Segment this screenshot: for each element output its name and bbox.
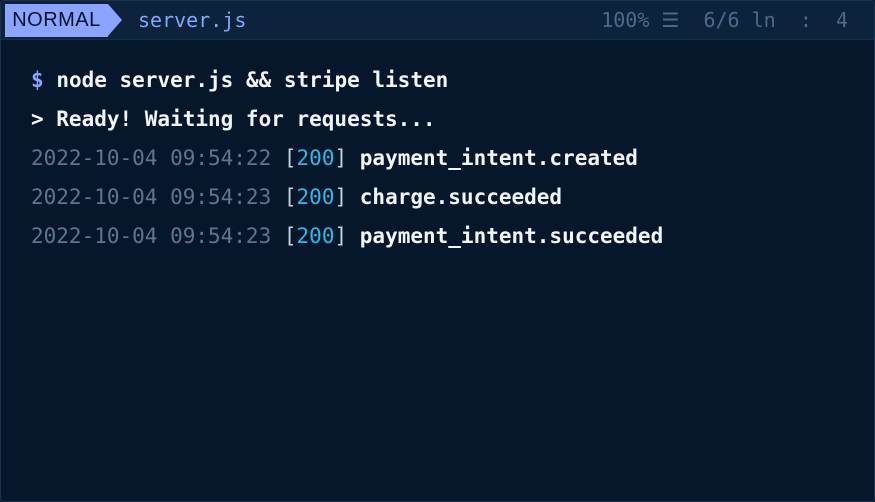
menu-icon: ☰: [661, 8, 680, 32]
event-name: payment_intent.succeeded: [359, 224, 664, 248]
position-separator: :: [799, 8, 812, 32]
column-number: 4: [835, 8, 848, 32]
log-line: 2022-10-04 09:54:22 [200] payment_intent…: [31, 146, 638, 170]
command-line: $ node server.js && stripe listen: [31, 61, 864, 100]
event-name: charge.succeeded: [359, 185, 563, 209]
scroll-percent: 100%: [601, 8, 650, 32]
line-count: 6/6: [703, 8, 740, 32]
terminal-window: NORMAL server.js 100% ☰ 6/6 ln : 4 $ nod…: [0, 0, 875, 502]
line-label: ln: [751, 8, 776, 32]
status-code: 200: [296, 185, 335, 209]
log-timestamp: 2022-10-04 09:54:23: [31, 185, 272, 209]
event-name: payment_intent.created: [359, 146, 638, 170]
log-line: 2022-10-04 09:54:23 [200] payment_intent…: [31, 224, 664, 248]
mode-indicator-arrow: [108, 4, 122, 36]
log-line: 2022-10-04 09:54:23 [200] charge.succeed…: [31, 185, 563, 209]
command-text: node server.js && stripe listen: [56, 68, 449, 92]
terminal-output[interactable]: $ node server.js && stripe listen > Read…: [31, 61, 864, 256]
ready-message: > Ready! Waiting for requests...: [31, 107, 436, 131]
mode-indicator: NORMAL: [5, 4, 108, 37]
cursor-position-info: 100% ☰ 6/6 ln : 4: [601, 1, 848, 39]
log-timestamp: 2022-10-04 09:54:22: [31, 146, 272, 170]
status-code: 200: [296, 224, 335, 248]
shell-prompt: $: [31, 68, 44, 92]
status-bar: NORMAL server.js 100% ☰ 6/6 ln : 4: [1, 1, 874, 40]
log-timestamp: 2022-10-04 09:54:23: [31, 224, 272, 248]
current-filename[interactable]: server.js: [138, 1, 246, 39]
status-code: 200: [296, 146, 335, 170]
